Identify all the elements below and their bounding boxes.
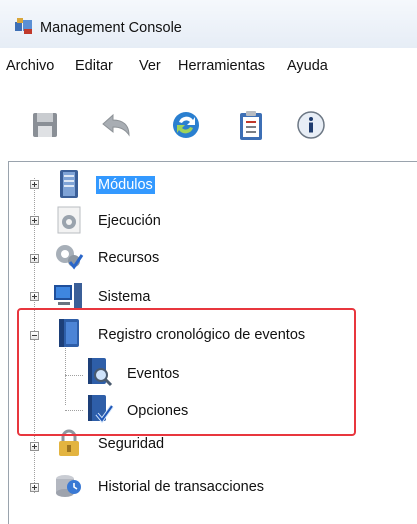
refresh-icon [173,112,199,138]
tree-node-opciones[interactable]: Opciones [9,392,209,426]
tree-node-label: Ejecución [98,213,161,229]
expand-icon[interactable] [30,483,39,492]
tree-node-eventos[interactable]: Eventos [9,356,209,390]
refresh-button[interactable] [168,107,204,143]
window-title: Management Console [40,20,182,36]
tree-view[interactable]: Módulos Ejecución Recursos Sistema Regis… [8,161,417,524]
book-icon [59,319,79,347]
expand-icon[interactable] [30,180,39,189]
menu-bar: Archivo Editar Ver Herramientas Ayuda [0,58,417,82]
tree-node-historial-transacciones[interactable]: Historial de transacciones [9,472,309,506]
tree-node-label: Módulos [96,176,155,194]
collapse-icon[interactable] [30,331,39,340]
app-icon [15,18,32,34]
menu-herramientas[interactable]: Herramientas [178,58,265,74]
tree-node-label: Seguridad [98,436,165,452]
tree-node-label: Registro cronológico de eventos [98,327,306,343]
tree-node-ejecucion[interactable]: Ejecución [9,202,209,236]
tree-node-registro-eventos[interactable]: Registro cronológico de eventos [9,317,349,351]
menu-ver[interactable]: Ver [139,58,161,74]
tree-node-seguridad[interactable]: Seguridad [9,429,209,467]
info-button[interactable] [293,107,329,143]
save-icon [33,113,57,137]
tree-node-label: Historial de transacciones [98,479,265,495]
menu-ayuda[interactable]: Ayuda [287,58,328,74]
tree-node-label: Opciones [127,403,189,419]
lock-icon [59,429,79,456]
gears-check-icon [56,245,84,270]
undo-button[interactable] [98,107,134,143]
tree-node-sistema[interactable]: Sistema [9,279,209,313]
tree-node-label: Recursos [98,250,160,266]
book-check-icon [88,395,114,424]
book-search-icon [88,358,113,387]
gear-icon [57,206,81,234]
clipboard-icon [240,111,262,140]
expand-icon[interactable] [30,292,39,301]
undo-icon [102,113,130,137]
menu-editar[interactable]: Editar [75,58,113,74]
server-icon [60,170,78,198]
expand-icon[interactable] [30,442,39,451]
tree-node-label: Eventos [127,366,180,382]
expand-icon[interactable] [30,216,39,225]
toolbar [0,97,417,153]
clipboard-button[interactable] [233,107,269,143]
tree-node-modulos[interactable]: Módulos [9,168,209,202]
tree-node-recursos[interactable]: Recursos [9,240,209,274]
computer-icon [54,283,82,309]
menu-archivo[interactable]: Archivo [6,58,54,74]
tree-node-label: Sistema [98,289,151,305]
title-bar[interactable]: Management Console [0,0,417,48]
database-clock-icon [56,475,81,497]
expand-icon[interactable] [30,254,39,263]
management-console-window: Management Console Archivo Editar Ver He… [0,0,417,524]
info-icon [297,111,325,139]
save-button[interactable] [27,107,63,143]
